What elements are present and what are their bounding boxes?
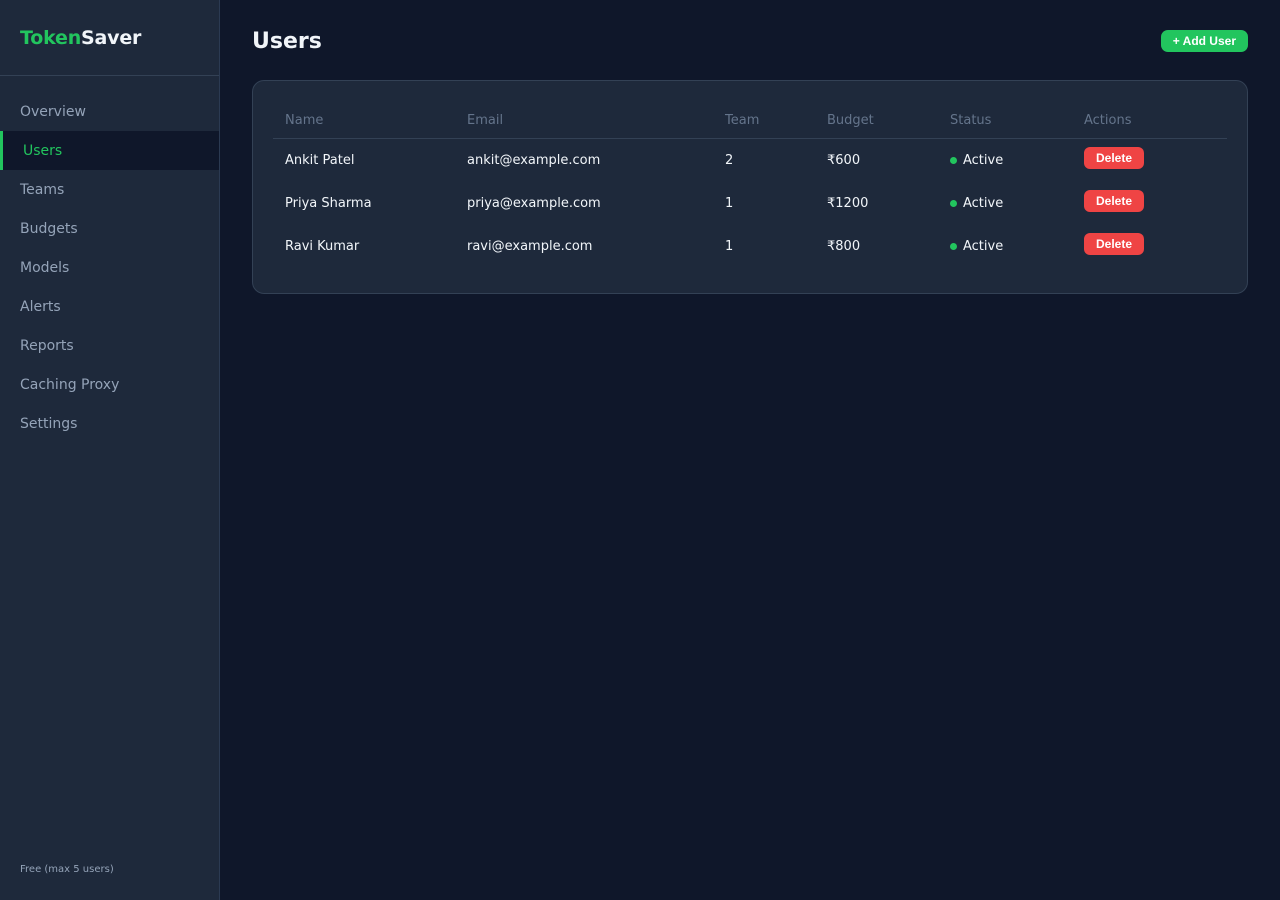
column-header-budget[interactable]: Budget (815, 101, 938, 139)
column-header-actions: Actions (1072, 101, 1227, 139)
user-budget: ₹800 (827, 238, 861, 254)
user-status-cell: Active (938, 139, 1072, 182)
users-table: Name Email Team Budget Status Actions An… (273, 101, 1227, 268)
sidebar-item-caching-proxy[interactable]: Caching Proxy (0, 365, 219, 404)
delete-user-button[interactable]: Delete (1084, 147, 1145, 170)
user-actions-cell: Delete (1072, 182, 1227, 225)
status-dot-icon (950, 199, 957, 207)
status-badge: Active (950, 196, 1060, 211)
sidebar-item-teams[interactable]: Teams (0, 170, 219, 209)
add-user-button[interactable]: + Add User (1160, 30, 1248, 52)
user-name: Priya Sharma (285, 195, 372, 211)
user-budget: ₹600 (827, 152, 861, 168)
status-badge: Active (950, 153, 1060, 168)
page-title: Users (252, 29, 322, 54)
user-email: ravi@example.com (467, 238, 593, 254)
sidebar-item-budgets[interactable]: Budgets (0, 209, 219, 248)
user-email: priya@example.com (467, 195, 601, 211)
sidebar-nav: Overview Users Teams Budgets Models Aler… (0, 76, 219, 443)
column-header-name[interactable]: Name (273, 101, 455, 139)
column-header-team[interactable]: Team (713, 101, 815, 139)
sidebar: TokenSaver Overview Users Teams Budgets … (0, 0, 220, 900)
main-content: Users + Add User Name Email Team Budget … (220, 0, 1280, 900)
user-actions-cell: Delete (1072, 225, 1227, 268)
user-team: 2 (725, 152, 734, 168)
plan-note: Free (max 5 users) (20, 864, 114, 875)
sidebar-item-users[interactable]: Users (0, 131, 219, 170)
sidebar-item-alerts[interactable]: Alerts (0, 287, 219, 326)
user-email: ankit@example.com (467, 152, 601, 168)
sidebar-item-overview[interactable]: Overview (0, 92, 219, 131)
user-team: 1 (725, 195, 734, 211)
users-table-card: Name Email Team Budget Status Actions An… (252, 80, 1248, 294)
user-budget: ₹1200 (827, 195, 869, 211)
sidebar-item-reports[interactable]: Reports (0, 326, 219, 365)
status-dot-icon (950, 242, 957, 250)
column-header-email[interactable]: Email (455, 101, 713, 139)
status-dot-icon (950, 156, 957, 164)
delete-user-button[interactable]: Delete (1084, 233, 1145, 255)
user-status-cell: Active (938, 182, 1072, 225)
sidebar-item-models[interactable]: Models (0, 248, 219, 287)
status-label: Active (963, 195, 1004, 211)
table-row: Priya Sharma priya@example.com 1 ₹1200 A… (273, 182, 1227, 225)
column-header-status[interactable]: Status (938, 101, 1072, 139)
delete-user-button[interactable]: Delete (1084, 190, 1145, 212)
brand-logo: TokenSaver (0, 0, 219, 76)
user-name: Ankit Patel (285, 152, 355, 168)
status-label: Active (963, 152, 1004, 168)
user-name: Ravi Kumar (285, 238, 360, 254)
user-status-cell: Active (938, 225, 1072, 268)
table-row: Ravi Kumar ravi@example.com 1 ₹800 Activ… (273, 225, 1227, 268)
table-header-row: Name Email Team Budget Status Actions (273, 101, 1227, 139)
app-root: TokenSaver Overview Users Teams Budgets … (0, 0, 1280, 900)
user-actions-cell: Delete (1072, 139, 1227, 182)
brand-part-token: Token (20, 27, 82, 49)
user-team: 1 (725, 238, 734, 254)
brand-part-saver: Saver (81, 27, 142, 49)
status-badge: Active (950, 239, 1060, 254)
status-label: Active (963, 238, 1004, 254)
sidebar-item-settings[interactable]: Settings (0, 404, 219, 443)
table-row: Ankit Patel ankit@example.com 2 ₹600 Act… (273, 139, 1227, 182)
